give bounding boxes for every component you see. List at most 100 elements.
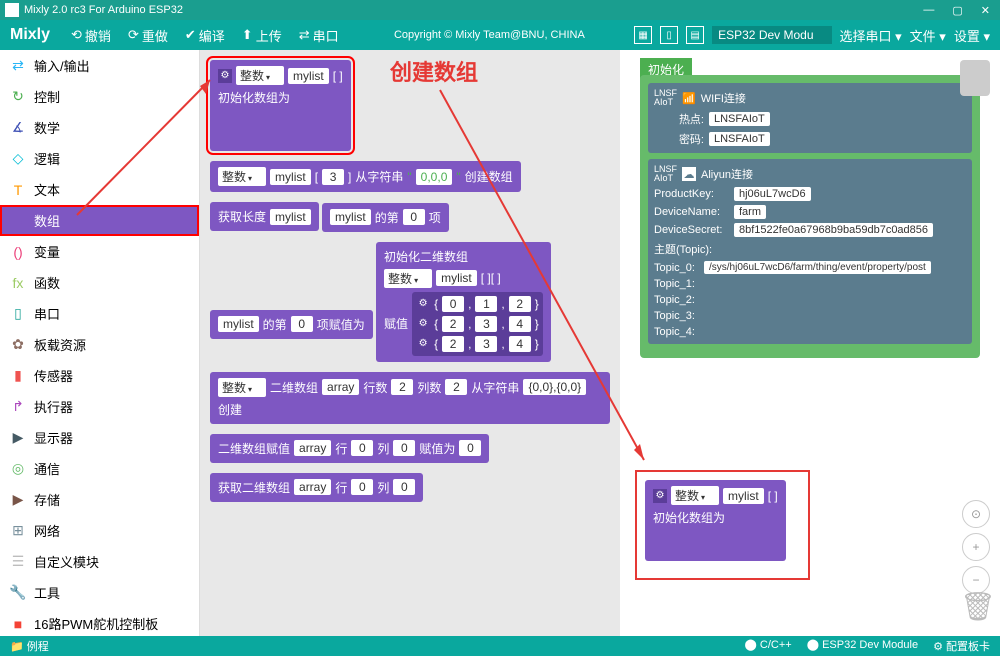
port-selector[interactable]: 选择串口 ▾ — [840, 26, 902, 45]
sidebar-item-sensor[interactable]: ▮传感器 — [0, 360, 199, 391]
view-button-2[interactable]: ▯ — [660, 26, 678, 44]
block-get-item[interactable]: mylist 的第 0 项 — [322, 203, 449, 232]
maximize-button[interactable]: ▢ — [952, 4, 962, 17]
array-icon: ≡ — [10, 213, 26, 229]
settings-menu[interactable]: 设置 ▾ — [954, 26, 990, 45]
status-bar: 📁 例程 ⬤ C/C++ ⬤ ESP32 Dev Module ⚙ 配置板卡 — [0, 636, 1000, 656]
sidebar-item-label: 文本 — [34, 180, 60, 199]
window-title: Mixly 2.0 rc3 For Arduino ESP32 — [24, 4, 183, 16]
io-icon: ⇄ — [10, 58, 26, 74]
title-bar: Mixly 2.0 rc3 For Arduino ESP32 — ▢ ✕ — [0, 0, 1000, 20]
view-button-3[interactable]: ▤ — [686, 26, 704, 44]
logic-icon: ◇ — [10, 151, 26, 167]
sidebar-item-custom[interactable]: ☰ 自定义模块 — [0, 546, 199, 577]
file-menu[interactable]: 文件 ▾ — [910, 26, 946, 45]
board-selector[interactable]: ESP32 Dev Modu — [712, 26, 831, 44]
aliyun-icon: ☁ — [682, 167, 696, 181]
storage-icon: ▶ — [10, 492, 26, 508]
wifi-block[interactable]: LNSFAIoT 📶 WIFI连接 热点:LNSFAIoT 密码:LNSFAIo… — [648, 83, 972, 153]
sidebar-item-variable[interactable]: () 变量 — [0, 236, 199, 267]
trash-icon[interactable]: 🗑 — [960, 590, 990, 626]
serial-icon: ▯ — [10, 306, 26, 322]
sidebar-item-comm[interactable]: ◎通信 — [0, 453, 199, 484]
block-init-2d-array[interactable]: 初始化二维数组 整数 mylist [ ][ ] 赋值 ⚙{0,1,2} ⚙{2… — [376, 242, 551, 362]
sidebar-item-function[interactable]: fx 函数 — [0, 267, 199, 298]
compile-button[interactable]: ✔ 编译 — [179, 24, 231, 47]
status-config[interactable]: ⚙ 配置板卡 — [933, 638, 990, 654]
network-icon: ⊞ — [10, 523, 26, 539]
block-get-length[interactable]: 获取长度 mylist — [210, 202, 319, 231]
center-button[interactable]: ⊙ — [962, 500, 990, 528]
type-dropdown[interactable]: 整数 — [236, 66, 284, 85]
sidebar-item-serial[interactable]: ▯串口 — [0, 298, 199, 329]
sidebar-item-logic[interactable]: ◇ 逻辑 — [0, 143, 199, 174]
sidebar-item-resource[interactable]: ✿板载资源 — [0, 329, 199, 360]
servo-icon: ■ — [10, 616, 26, 632]
block-set-item[interactable]: mylist 的第 0 项赋值为 — [210, 310, 373, 339]
comm-icon: ◎ — [10, 461, 26, 477]
copyright: Copyright © Mixly Team@BNU, CHINA — [394, 29, 585, 41]
actuator-icon: ↱ — [10, 399, 26, 415]
sidebar-item-io[interactable]: ⇄ 输入/输出 — [0, 50, 199, 81]
minimize-button[interactable]: — — [923, 4, 934, 17]
block-set-2d-item[interactable]: 二维数组赋值 array 行0 列0 赋值为0 — [210, 434, 489, 463]
setup-container[interactable]: LNSFAIoT 📶 WIFI连接 热点:LNSFAIoT 密码:LNSFAIo… — [640, 75, 980, 358]
sidebar-item-label: 自定义模块 — [34, 552, 99, 571]
control-icon: ↻ — [10, 89, 26, 105]
top-menu: ⟲ 撤销 ⟳ 重做 ✔ 编译 ⬆ 上传 ⇄ 串口 — [65, 24, 345, 47]
aliyun-block[interactable]: LNSFAIoT ☁ Aliyun连接 ProductKey:hj06uL7wc… — [648, 159, 972, 344]
sidebar-item-label: 逻辑 — [34, 149, 60, 168]
undo-button[interactable]: ⟲ 撤销 — [65, 24, 117, 47]
serial-button[interactable]: ⇄ 串口 — [293, 24, 345, 47]
trash-area: 🗑 — [960, 590, 990, 626]
gear-icon[interactable]: ⚙ — [218, 69, 232, 83]
category-sidebar: ⇄ 输入/输出 ↻ 控制 ∡ 数学 ◇ 逻辑 T文本 ≡ 数组 () 变量 fx 函数 ▯串口✿板载资源▮传感… — [0, 50, 200, 636]
sidebar-item-text[interactable]: T文本 — [0, 174, 199, 205]
workspace-canvas[interactable]: 初始化 LNSFAIoT 📶 WIFI连接 热点:LNSFAIoT 密码:LNS… — [620, 50, 1000, 636]
math-icon: ∡ — [10, 120, 26, 136]
status-cpp[interactable]: ⬤ C/C++ — [745, 638, 792, 654]
sidebar-item-label: 执行器 — [34, 397, 73, 416]
block-init-array[interactable]: ⚙ 整数 mylist [ ] 初始化数组为 — [210, 60, 351, 151]
sidebar-item-label: 16路PWM舵机控制板 — [34, 614, 158, 633]
sidebar-item-label: 变量 — [34, 242, 60, 261]
sidebar-item-storage[interactable]: ▶ 存储 — [0, 484, 199, 515]
redo-button[interactable]: ⟳ 重做 — [122, 24, 174, 47]
sidebar-item-label: 函数 — [34, 273, 60, 292]
variable-icon: () — [10, 244, 26, 260]
sidebar-item-label: 存储 — [34, 490, 60, 509]
sidebar-item-label: 输入/输出 — [34, 56, 90, 75]
sidebar-item-label: 控制 — [34, 87, 60, 106]
view-button-1[interactable]: ▦ — [634, 26, 652, 44]
sidebar-item-network[interactable]: ⊞网络 — [0, 515, 199, 546]
status-left[interactable]: 📁 例程 — [10, 638, 49, 654]
app-icon — [5, 3, 19, 17]
name-field[interactable]: mylist — [288, 68, 329, 84]
sidebar-item-math[interactable]: ∡ 数学 — [0, 112, 199, 143]
backpack-icon[interactable] — [960, 60, 990, 96]
zoom-in-button[interactable]: + — [962, 533, 990, 561]
close-button[interactable]: ✕ — [981, 4, 990, 17]
block-get-2d-item[interactable]: 获取二维数组 array 行0 列0 — [210, 473, 423, 502]
sidebar-item-servo[interactable]: ■ 16路PWM舵机控制板 — [0, 608, 199, 639]
sidebar-item-actuator[interactable]: ↱ 执行器 — [0, 391, 199, 422]
block-create-2d-string[interactable]: 整数 二维数组 array 行数2 列数2 从字符串 {0,0},{0,0} 创… — [210, 372, 610, 424]
annotation-text: 创建数组 — [390, 55, 478, 87]
sidebar-item-control[interactable]: ↻ 控制 — [0, 81, 199, 112]
upload-button[interactable]: ⬆ 上传 — [236, 24, 288, 47]
block-palette[interactable]: ⚙ 整数 mylist [ ] 初始化数组为 整数 mylist [3] 从字符… — [200, 50, 620, 636]
display-icon: ▶ — [10, 430, 26, 446]
sidebar-item-label: 数组 — [34, 211, 60, 230]
sidebar-item-label: 显示器 — [34, 428, 73, 447]
function-icon: fx — [10, 275, 26, 291]
custom-icon: ☰ — [10, 554, 26, 570]
logo: Mixly — [10, 26, 50, 44]
sidebar-item-tools[interactable]: 🔧工具 — [0, 577, 199, 608]
status-board[interactable]: ⬤ ESP32 Dev Module — [807, 638, 918, 654]
top-right-controls: ▦ ▯ ▤ ESP32 Dev Modu 选择串口 ▾ 文件 ▾ 设置 ▾ — [634, 26, 990, 45]
sidebar-item-array[interactable]: ≡ 数组 — [0, 205, 199, 236]
sidebar-item-label: 数学 — [34, 118, 60, 137]
sidebar-item-label: 传感器 — [34, 366, 73, 385]
block-create-array-string[interactable]: 整数 mylist [3] 从字符串 "0,0,0" 创建数组 — [210, 161, 521, 192]
sidebar-item-display[interactable]: ▶ 显示器 — [0, 422, 199, 453]
